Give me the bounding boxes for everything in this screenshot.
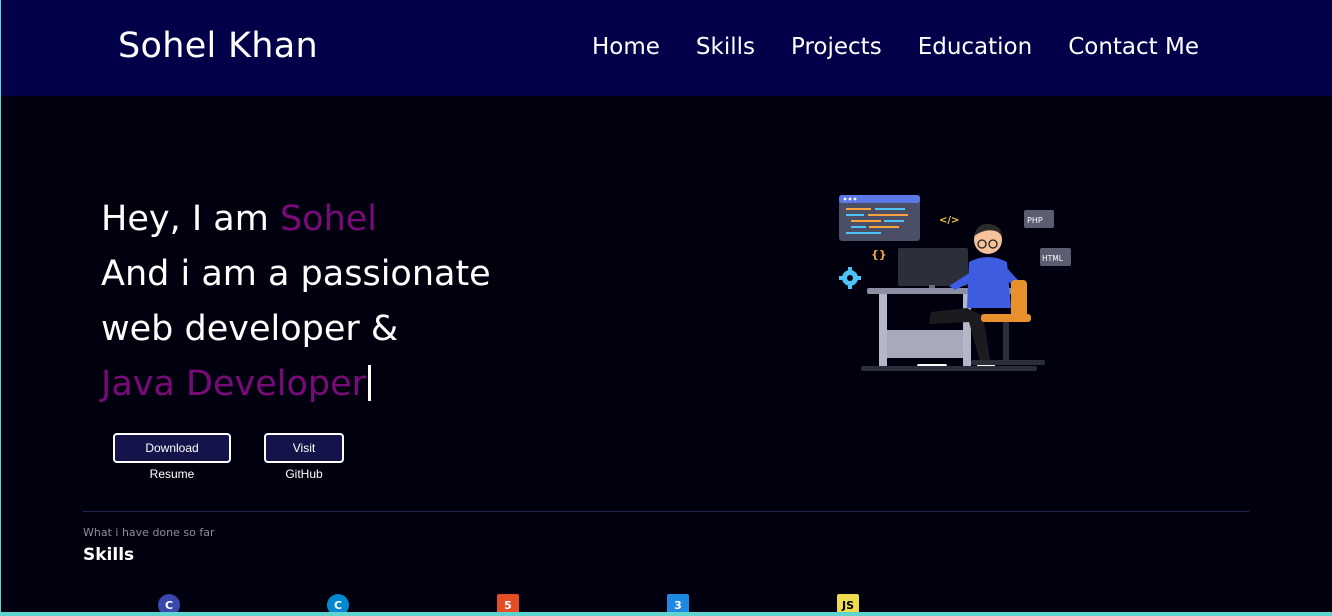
html-label: HTML — [1042, 254, 1064, 263]
hero-line-4: Java Developer — [101, 357, 491, 412]
typed-role: Java Developer — [101, 364, 367, 404]
nav-education-link[interactable]: Education — [918, 34, 1033, 60]
nav-menu: Home Skills Projects Education Contact M… — [592, 34, 1199, 60]
nav-home-link[interactable]: Home — [592, 34, 660, 60]
nav-contact-link[interactable]: Contact Me — [1068, 34, 1199, 60]
code-window-illustration — [839, 195, 920, 241]
nav-projects-link[interactable]: Projects — [791, 34, 882, 60]
html-tag-illustration: HTML — [1040, 248, 1071, 266]
hero-line-2: And i am a passionate — [101, 254, 491, 294]
php-tag-illustration: PHP — [1024, 210, 1054, 228]
skills-subheading: What i have done so far — [83, 526, 215, 539]
cpp-icon: C — [327, 594, 349, 612]
person-body-illustration — [967, 257, 1011, 308]
skills-title: Skills — [83, 545, 135, 565]
brand-logo[interactable]: Sohel Khan — [118, 26, 318, 66]
css3-icon: 3 — [667, 594, 689, 612]
navbar: Sohel Khan Home Skills Projects Educatio… — [1, 0, 1332, 96]
visit-github-button[interactable]: Visit GitHub — [264, 433, 344, 481]
hero-greeting: Hey, I am — [101, 199, 280, 239]
developer-illustration: </> PHP HTML {} — [839, 195, 1071, 371]
php-label: PHP — [1027, 216, 1043, 225]
hero-line-1: Hey, I am Sohel — [101, 192, 491, 247]
monitor-illustration — [898, 248, 968, 286]
hero-name: Sohel — [279, 199, 378, 239]
page-frame: Sohel Khan Home Skills Projects Educatio… — [1, 0, 1332, 612]
code-tag-icon: </> — [939, 215, 959, 226]
braces-icon: {} — [871, 248, 887, 261]
typing-caret — [368, 365, 372, 401]
nav-skills-link[interactable]: Skills — [696, 34, 755, 60]
section-divider — [83, 511, 1249, 512]
hero-heading: Hey, I am Sohel And i am a passionate we… — [101, 192, 491, 412]
hero-line-3: web developer & — [101, 309, 399, 349]
js-icon: JS — [837, 594, 859, 612]
c-icon: C — [158, 594, 180, 612]
download-resume-button[interactable]: Download Resume — [113, 433, 231, 481]
html5-icon: 5 — [497, 594, 519, 612]
gear-icon — [839, 267, 861, 289]
